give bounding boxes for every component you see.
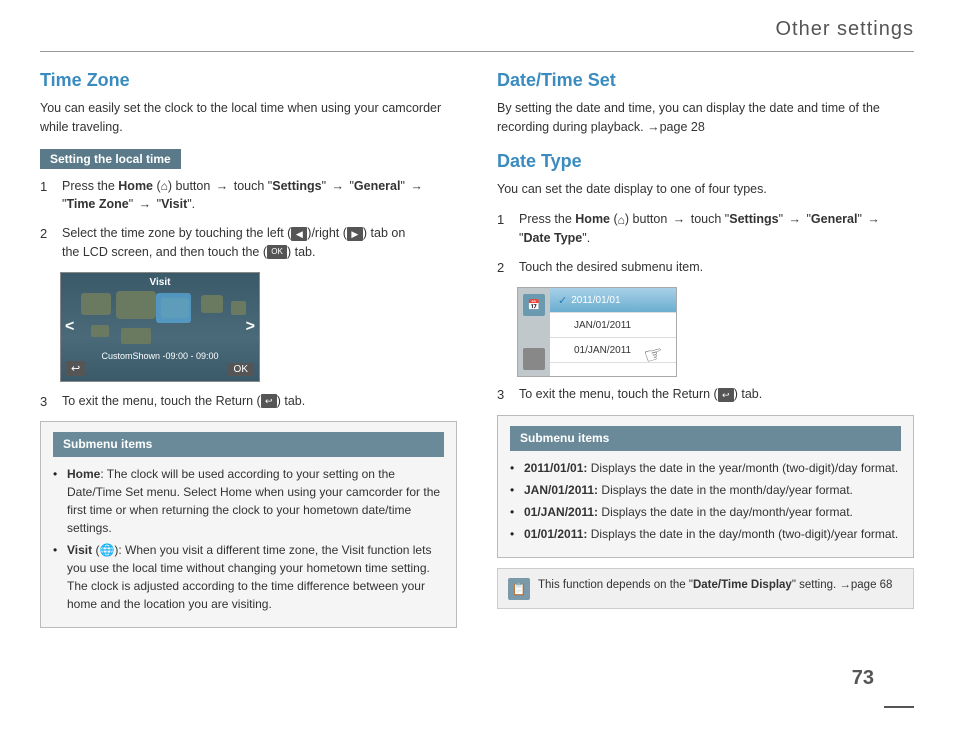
note-text: This function depends on the "Date/Time … [538, 577, 892, 594]
date-step-num-3: 3 [497, 385, 511, 405]
dt-item-label-3: 01/JAN/2011 [558, 345, 631, 356]
bullet-visit: • [53, 541, 63, 613]
right-arrow-icon: ▶ [347, 227, 363, 241]
map-land-7 [121, 328, 151, 344]
dt-menu-item-1[interactable]: ✓ 2011/01/01 [550, 288, 676, 313]
header-title: Other settings [775, 18, 914, 40]
dt-item-label-1: 2011/01/01 [571, 295, 620, 306]
date-step-text-1: Press the Home (⌂) button → touch "Setti… [519, 210, 914, 248]
left-arrow-icon: ◀ [291, 227, 307, 241]
home-icon-2: ⌂ [618, 211, 625, 229]
date-step-1: 1 Press the Home (⌂) button → touch "Set… [497, 210, 914, 248]
map-ok-button[interactable]: OK [228, 363, 254, 376]
step-num-1: 1 [40, 177, 54, 215]
page-container: Other settings Time Zone You can easily … [0, 0, 954, 730]
right-column: Date/Time Set By setting the date and ti… [497, 70, 914, 628]
date-step-num-1: 1 [497, 210, 511, 248]
map-time-label: CustomShown -09:00 - 09:00 [101, 351, 218, 361]
date-type-intro: You can set the date display to one of f… [497, 180, 914, 199]
map-right-arrow[interactable]: > [246, 318, 255, 336]
submenu-date-text-3: 01/JAN/2011: Displays the date in the da… [524, 503, 853, 521]
submenu-date-item-2: • JAN/01/2011: Displays the date in the … [510, 481, 901, 499]
date-type-title: Date Type [497, 151, 914, 172]
submenu-items-box: Submenu items • Home: The clock will be … [40, 421, 457, 628]
date-step-text-2: Touch the desired submenu item. [519, 258, 914, 278]
note-icon: 📋 [508, 578, 530, 600]
date-type-submenu-title: Submenu items [510, 426, 901, 451]
submenu-date-text-4: 01/01/2011: Displays the date in the day… [524, 525, 898, 543]
page-number-line [884, 706, 914, 708]
note-box: 📋 This function depends on the "Date/Tim… [497, 568, 914, 609]
bullet-2: • [510, 481, 520, 499]
dt-item-label-2: JAN/01/2011 [558, 320, 631, 331]
dt-sidebar-icon-bottom [523, 348, 545, 370]
page-number-container: 73 [884, 706, 914, 710]
date-step-3: 3 To exit the menu, touch the Return (↩)… [497, 385, 914, 405]
home-icon: ⌂ [161, 177, 168, 195]
dt-sidebar: 📅 [518, 288, 550, 376]
submenu-home-text: Home: The clock will be used according t… [67, 465, 444, 537]
submenu-item-visit: • Visit (🌐): When you visit a different … [53, 541, 444, 613]
bullet-3: • [510, 503, 520, 521]
datetime-set-intro: By setting the date and time, you can di… [497, 99, 914, 137]
date-type-image: 📅 ✓ 2011/01/01 JAN/01/2011 01/JAN/2011 [517, 287, 677, 377]
page-header: Other settings [40, 0, 914, 52]
map-left-arrow[interactable]: < [65, 318, 74, 336]
map-land-1 [81, 293, 111, 315]
submenu-box-title: Submenu items [53, 432, 444, 457]
time-zone-title: Time Zone [40, 70, 457, 91]
bullet-1: • [510, 459, 520, 477]
submenu-item-home: • Home: The clock will be used according… [53, 465, 444, 537]
step-num-3: 3 [40, 392, 54, 412]
content-columns: Time Zone You can easily set the clock t… [40, 70, 914, 628]
submenu-date-text-2: JAN/01/2011: Displays the date in the mo… [524, 481, 853, 499]
return-icon: ↩ [261, 394, 277, 408]
date-step-2: 2 Touch the desired submenu item. [497, 258, 914, 278]
date-step-text-3: To exit the menu, touch the Return (↩) t… [519, 385, 914, 405]
step-text-3: To exit the menu, touch the Return (↩) t… [62, 392, 457, 412]
date-type-submenu-box: Submenu items • 2011/01/01: Displays the… [497, 415, 914, 558]
check-icon: ✓ [558, 294, 567, 307]
submenu-date-text-1: 2011/01/01: Displays the date in the yea… [524, 459, 898, 477]
left-column: Time Zone You can easily set the clock t… [40, 70, 457, 628]
map-image: Visit < > CustomShown -09:00 - 09:00 ↩ O… [60, 272, 260, 382]
bullet-home: • [53, 465, 63, 537]
submenu-date-item-1: • 2011/01/01: Displays the date in the y… [510, 459, 901, 477]
step-2: 2 Select the time zone by touching the l… [40, 224, 457, 262]
dt-menu-item-2[interactable]: JAN/01/2011 [550, 313, 676, 338]
ok-icon: OK [267, 245, 287, 259]
step-1: 1 Press the Home (⌂) button → touch "Set… [40, 177, 457, 215]
map-land-4 [201, 295, 223, 313]
map-land-5 [231, 301, 246, 315]
map-visit-label: Visit [150, 277, 171, 288]
time-zone-intro: You can easily set the clock to the loca… [40, 99, 457, 137]
map-return-button[interactable]: ↩ [66, 361, 85, 376]
map-highlight [156, 293, 191, 323]
setting-local-time-label: Setting the local time [40, 149, 181, 169]
date-step-num-2: 2 [497, 258, 511, 278]
datetime-set-title: Date/Time Set [497, 70, 914, 91]
dt-sidebar-icon-top: 📅 [523, 294, 545, 316]
step-text-1: Press the Home (⌂) button → touch "Setti… [62, 177, 457, 215]
submenu-date-item-4: • 01/01/2011: Displays the date in the d… [510, 525, 901, 543]
step-num-2: 2 [40, 224, 54, 262]
step-3: 3 To exit the menu, touch the Return (↩)… [40, 392, 457, 412]
map-land-6 [91, 325, 109, 337]
submenu-visit-text: Visit (🌐): When you visit a different ti… [67, 541, 444, 613]
submenu-date-item-3: • 01/JAN/2011: Displays the date in the … [510, 503, 901, 521]
page-number: 73 [852, 667, 874, 690]
step-text-2: Select the time zone by touching the lef… [62, 224, 457, 262]
map-land-2 [116, 291, 156, 319]
return-icon-2: ↩ [718, 388, 734, 402]
bullet-4: • [510, 525, 520, 543]
